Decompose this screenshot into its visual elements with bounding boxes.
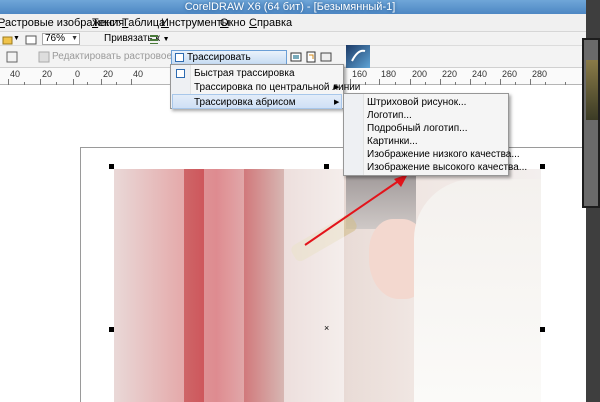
menu-item-label: Быстрая трассировка	[194, 68, 295, 79]
ruler-label: 220	[442, 69, 458, 79]
bitmap-preview-thumbnail	[346, 45, 370, 68]
rotation-center-mark[interactable]: ×	[324, 324, 329, 333]
menu-item-label: Изображение высокого качества...	[367, 162, 528, 173]
page-border	[80, 147, 81, 402]
menu-item-label: Картинки...	[367, 136, 418, 147]
ruler-label: 40	[133, 69, 144, 79]
menu-table[interactable]: Таблица	[122, 16, 165, 30]
menu-item-label: Трассировка абрисом	[194, 97, 296, 108]
photo-curtain	[204, 169, 244, 402]
crop-bitmap-icon[interactable]	[290, 51, 302, 63]
outline-trace-submenu: Штриховой рисунок... Логотип... Подробны…	[343, 93, 527, 176]
menu-item-label: Штриховой рисунок...	[367, 97, 467, 108]
trace-icon	[175, 53, 184, 62]
app-launcher-icon[interactable]	[25, 34, 37, 46]
ruler-label: 260	[502, 69, 518, 79]
submenu-arrow-icon: ▶	[334, 84, 340, 91]
selection-handle[interactable]	[324, 164, 329, 169]
docker-thumbnail[interactable]	[582, 38, 600, 208]
ruler-label: 0	[75, 69, 81, 79]
options-icon[interactable]	[148, 33, 160, 45]
annotation-arrow	[304, 174, 408, 246]
trace-bitmap-button[interactable]: Трассировать растровое из.	[171, 50, 287, 76]
selection-handle[interactable]	[109, 327, 114, 332]
quick-trace-icon	[176, 69, 185, 78]
chevron-down-icon: ▼	[71, 35, 78, 42]
menu-text[interactable]: Текст	[92, 16, 120, 30]
selection-handle[interactable]	[540, 164, 545, 169]
position-icon[interactable]	[6, 51, 18, 63]
open-dropdown-icon[interactable]: ▼	[13, 35, 20, 42]
selection-handle[interactable]	[109, 164, 114, 169]
bitmap-color-mask-icon[interactable]	[320, 51, 332, 63]
ruler-label: 240	[472, 69, 488, 79]
zoom-value: 76%	[45, 33, 66, 44]
menu-item-outline-trace[interactable]: Трассировка абрисом ▶	[172, 94, 342, 109]
edit-bitmap-icon	[38, 51, 50, 63]
photo-hair	[414, 179, 541, 402]
docker-thumbnail-image	[586, 60, 598, 120]
ruler-label: 20	[103, 69, 114, 79]
standard-toolbar	[0, 33, 586, 46]
menu-item-quick-trace[interactable]: Быстрая трассировка	[172, 66, 342, 81]
menu-help[interactable]: Справка	[249, 16, 292, 30]
ruler-label: 160	[352, 69, 368, 79]
window-title: CorelDRAW X6 (64 бит) - [Безымянный-1]	[184, 1, 396, 13]
menu-item-label: Подробный логотип...	[367, 123, 468, 134]
ruler-label: 200	[412, 69, 428, 79]
selection-handle[interactable]	[540, 327, 545, 332]
zoom-select[interactable]: 76% ▼	[42, 33, 80, 45]
menu-item-label: Логотип...	[367, 110, 412, 121]
ruler-label: 20	[42, 69, 53, 79]
submenu-arrow-icon: ▶	[334, 99, 340, 106]
photo-curtain	[114, 169, 184, 402]
chevron-down-icon: ▼	[162, 36, 170, 43]
menu-item-high-quality-image[interactable]: Изображение высокого качества...	[345, 160, 527, 175]
trace-dropdown-menu: Быстрая трассировка Трассировка по центр…	[170, 64, 360, 109]
resample-icon[interactable]	[305, 51, 317, 63]
ruler-label: 280	[532, 69, 548, 79]
menu-bar: Растровые изображения Текст Таблица Инст…	[0, 14, 586, 32]
ruler-label: 180	[381, 69, 397, 79]
menu-window[interactable]: Окно	[220, 16, 246, 30]
menu-item-label: Изображение низкого качества...	[367, 149, 520, 160]
ruler-label: 40	[10, 69, 21, 79]
menu-item-centerline-trace[interactable]: Трассировка по центральной линии ▶	[172, 80, 360, 95]
title-bar: CorelDRAW X6 (64 бит) - [Безымянный-1]	[0, 0, 600, 14]
